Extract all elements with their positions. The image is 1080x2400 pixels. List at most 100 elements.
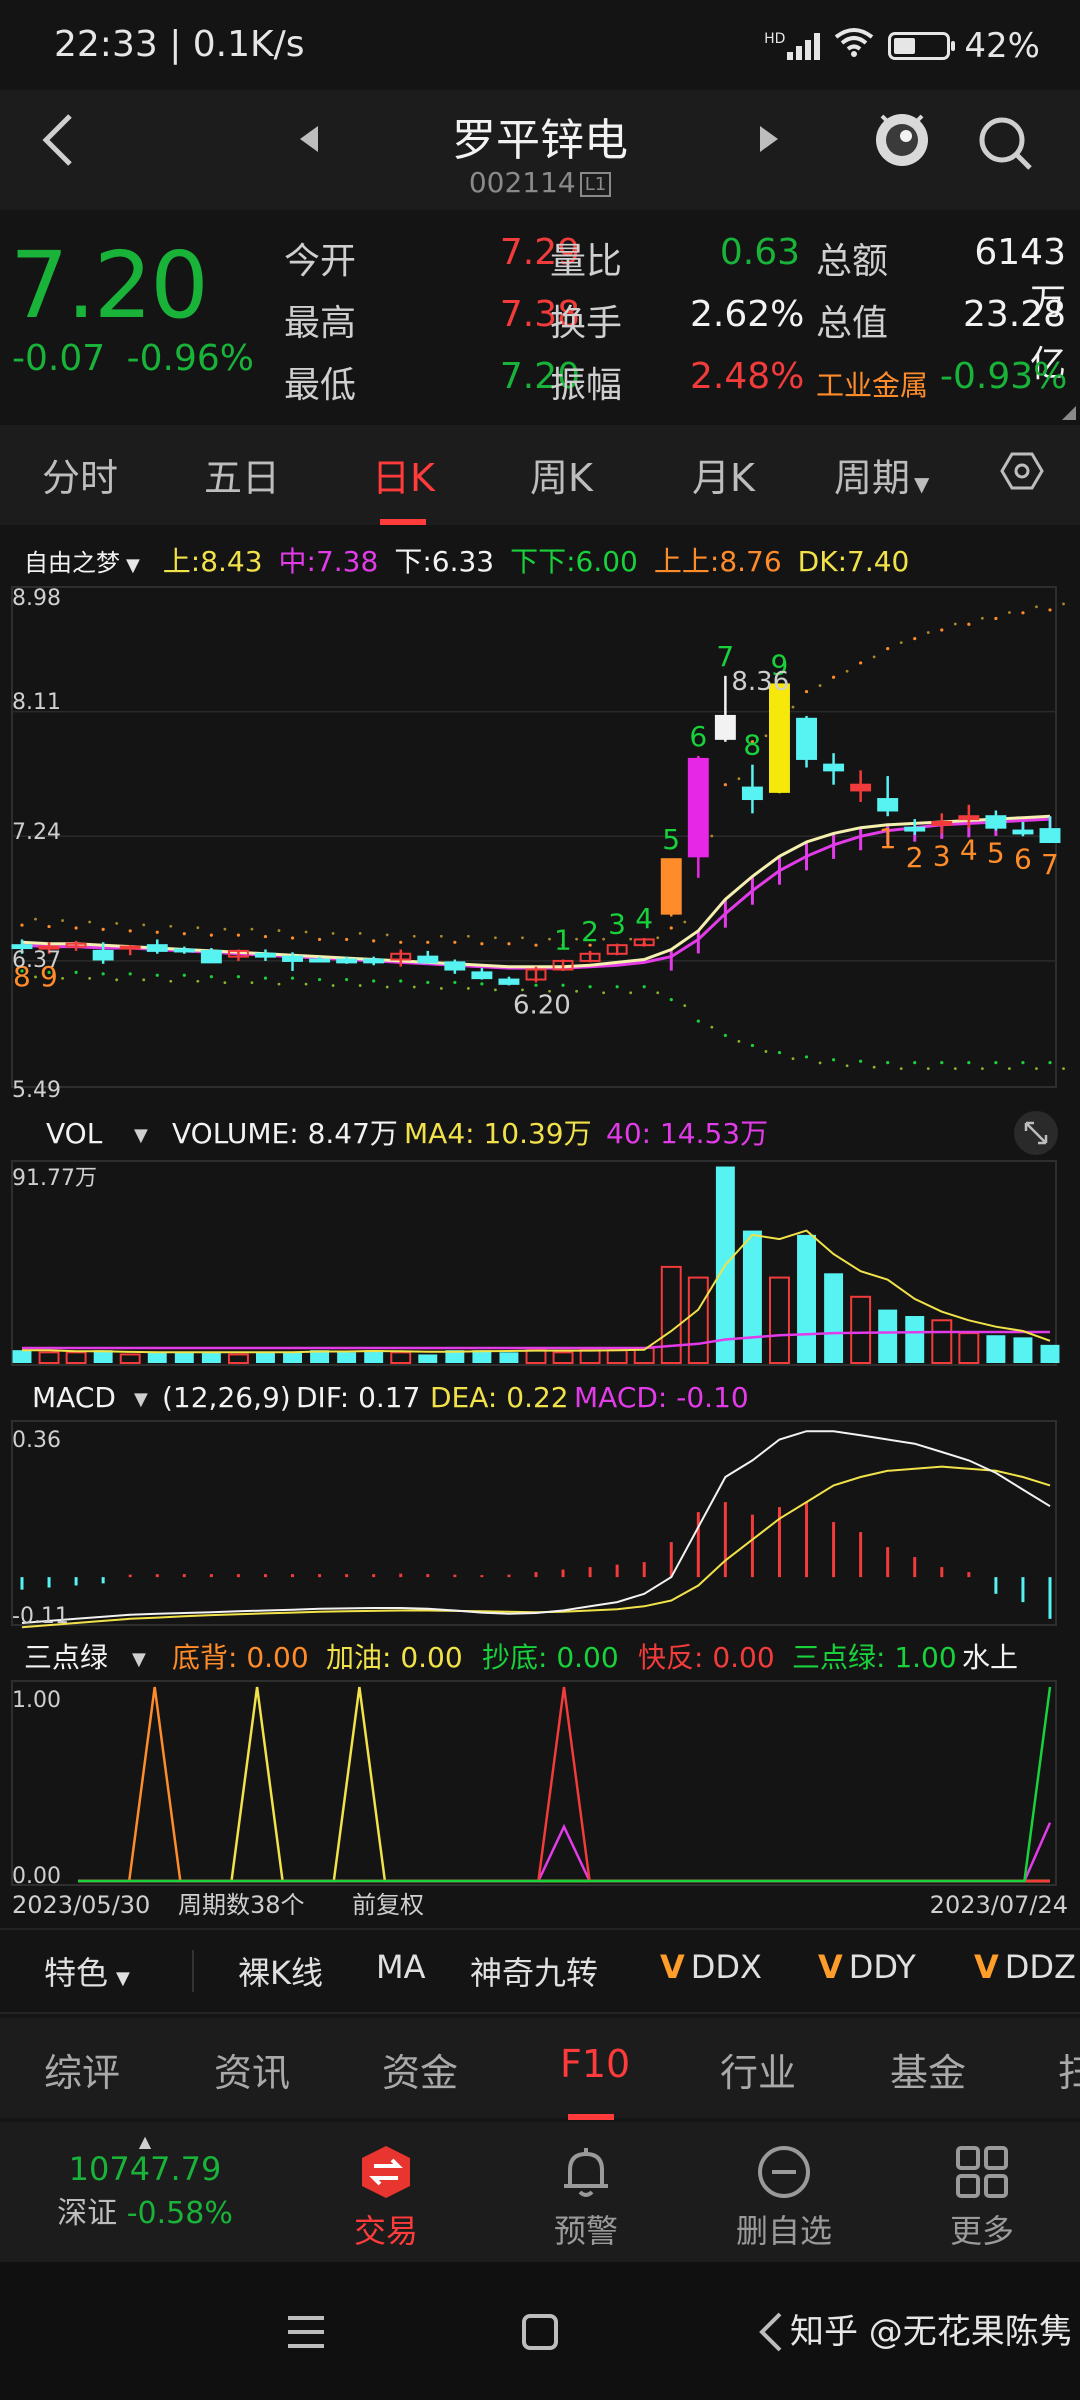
tab-overview[interactable]: 综评	[44, 2042, 120, 2097]
tab-intraday[interactable]: 分时	[42, 447, 118, 502]
tab-news[interactable]: 资讯	[214, 2042, 290, 2097]
lower-dot	[1035, 1067, 1038, 1071]
candle-body	[958, 815, 980, 821]
search-icon[interactable]	[976, 114, 1036, 174]
upper-dot	[115, 922, 119, 925]
kline-charts[interactable]: 8 91 2 3 45678912 3 4 5 6 7 8.98 8.11 7.24 6.37 5…	[0, 575, 1080, 1925]
end-date: 2023/07/24	[930, 1891, 1068, 1919]
vol-max-label: 91.77万	[12, 1166, 97, 1191]
axis-y4: 6.37	[12, 948, 61, 973]
tool-ma[interactable]: MA	[376, 1948, 426, 1986]
upper-dot	[439, 934, 443, 938]
upper-dot	[967, 622, 971, 626]
main-indicator-legend[interactable]: 自由之梦 ▼ 上:8.43 中:7.38 下:6.33 下下:6.00 上上:8.76 DK…	[24, 540, 925, 580]
chevron-down-icon[interactable]: ▼	[132, 1649, 146, 1670]
lower-dot	[317, 977, 322, 982]
candle-body	[769, 683, 790, 793]
upper-dot	[886, 647, 890, 651]
lower-dot	[142, 978, 146, 982]
back-icon[interactable]	[756, 2310, 786, 2358]
upper-dot	[61, 919, 64, 922]
expand-icon[interactable]	[1014, 1111, 1058, 1155]
chevron-down-icon[interactable]: ▼	[134, 1125, 148, 1146]
tab-period-dropdown[interactable]: 周期 ▼	[834, 447, 929, 502]
candle-body	[931, 820, 953, 826]
sdl-green-line	[78, 1686, 1052, 1883]
chevron-down-icon[interactable]: ▼	[134, 1389, 148, 1410]
candle-body	[309, 958, 331, 963]
home-icon[interactable]	[520, 2312, 560, 2356]
volume-bar	[931, 1319, 953, 1365]
tool-nine-turn[interactable]: 神奇九转	[470, 1948, 598, 1994]
status-icons: HD 42%	[764, 26, 1040, 66]
candle-body	[173, 948, 195, 953]
tool-bare-k[interactable]: 裸K线	[238, 1948, 323, 1994]
tab-weekly-k[interactable]: 周K	[530, 447, 593, 502]
nav-trade[interactable]: 交易	[306, 2142, 466, 2252]
tab-daily-k[interactable]: 日K	[372, 447, 435, 502]
sdl-lines	[78, 1686, 1052, 1883]
tool-ddx[interactable]: V DDX	[660, 1948, 762, 1986]
nav-alert[interactable]: 预警	[506, 2142, 666, 2252]
tool-ddz[interactable]: V DDZ	[974, 1948, 1076, 1986]
lower-dot	[290, 976, 295, 980]
legend-item-value: 8.76	[719, 545, 782, 578]
upper-dot	[20, 923, 24, 927]
upper-dot	[101, 927, 105, 932]
candle-body	[904, 826, 926, 832]
tab-monthly-k[interactable]: 月K	[692, 447, 755, 502]
adjust-mode[interactable]: 前复权	[352, 1891, 424, 1919]
upper-dot	[1048, 608, 1052, 612]
tab-f10[interactable]: F10	[560, 2042, 630, 2086]
tab-five-day[interactable]: 五日	[204, 447, 280, 502]
tab-fund[interactable]: 基金	[890, 2042, 966, 2097]
tab-industry[interactable]: 行业	[720, 2042, 796, 2097]
tab-funds-flow[interactable]: 资金	[382, 2042, 458, 2097]
lower-dot	[236, 975, 241, 979]
sdl-legend-item: 加油: 0.00	[326, 1641, 463, 1674]
nine-turn-count: 3	[608, 908, 626, 941]
candle-body	[1039, 828, 1061, 844]
lower-dot	[967, 1061, 971, 1065]
watermark: 知乎 @无花果陈隽	[790, 2312, 1073, 2352]
index-quote[interactable]: ▲ 10747.79 深证 -0.58%	[30, 2134, 260, 2232]
menu-icon[interactable]	[286, 2314, 326, 2354]
tool-ddy[interactable]: V DDY	[818, 1948, 916, 1986]
quote-label: 今开	[284, 241, 357, 282]
hd-signal-icon: HD	[764, 32, 821, 60]
upper-dot	[47, 924, 51, 929]
upper-dot	[345, 937, 349, 942]
macd-name: MACD	[32, 1381, 116, 1414]
lower-dot	[723, 1033, 727, 1038]
upper-dot	[521, 936, 524, 940]
legend-item-value: 8.43	[200, 545, 263, 578]
vol-ma40: 40: 14.53万	[606, 1117, 768, 1150]
vol-ma4: MA4: 10.39万	[404, 1117, 592, 1150]
legend-item-value: 6.00	[575, 545, 638, 578]
legend-item-label: 中:	[278, 545, 316, 578]
upper-dot	[317, 937, 322, 942]
hexagon-settings-icon[interactable]	[1000, 451, 1044, 500]
lower-dot	[358, 984, 362, 987]
candle-body	[850, 783, 872, 792]
next-triangle-icon[interactable]	[756, 124, 780, 162]
nav-more[interactable]: 更多	[902, 2142, 1062, 2252]
mascot-icon[interactable]	[870, 106, 934, 170]
upper-dot	[88, 920, 92, 924]
change-percent: -0.96%	[126, 338, 254, 379]
upper-dot	[683, 920, 687, 924]
special-dropdown[interactable]: 特色 ▼	[44, 1948, 130, 1994]
upper-dot	[764, 734, 768, 738]
index-value: 10747.79	[68, 2150, 222, 2188]
lower-dot	[575, 989, 578, 993]
lower-dot	[804, 1055, 809, 1059]
level-tag: L1	[579, 171, 612, 197]
lower-dot	[656, 991, 660, 995]
nav-remove-favorite[interactable]: 删自选	[704, 2142, 864, 2252]
tab-more-cut[interactable]: 扫	[1058, 2042, 1080, 2097]
candle-body	[823, 763, 845, 772]
candle-body	[714, 714, 736, 740]
nine-turn-count: 1	[554, 923, 572, 956]
upper-dot	[804, 689, 809, 694]
period-tabs: 分时 五日 日K 周K 月K 周期 ▼	[0, 425, 1080, 525]
